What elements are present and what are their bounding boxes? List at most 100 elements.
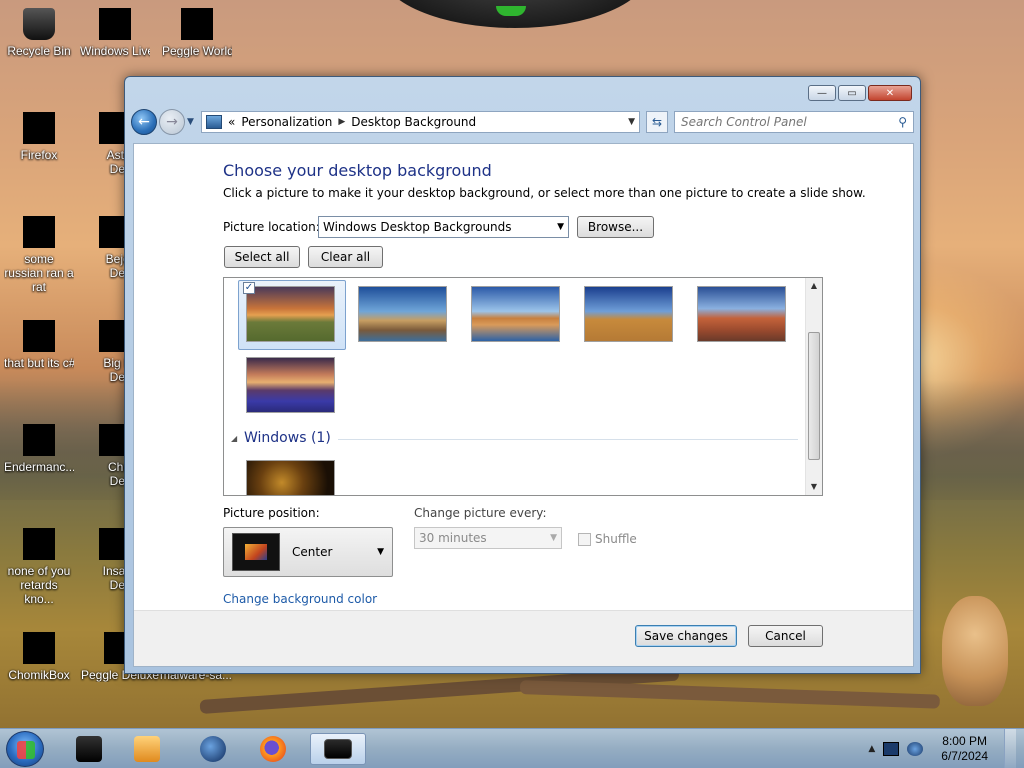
refresh-button[interactable]: ⇆ — [646, 111, 668, 133]
desktop-icon-that-but-csharp[interactable]: that but its c# — [4, 320, 74, 370]
control-panel-icon — [206, 115, 222, 129]
system-tray: ▲ 8:00 PM 6/7/2024 — [868, 729, 1024, 768]
desktop-icon-none-of-you[interactable]: none of you retards kno... — [4, 528, 74, 606]
search-icon[interactable]: ⚲ — [898, 115, 907, 129]
forward-button[interactable]: → — [159, 109, 185, 135]
breadcrumb-desktop-background[interactable]: Desktop Background — [351, 115, 476, 129]
globe-icon — [200, 736, 226, 762]
save-changes-button[interactable]: Save changes — [635, 625, 737, 647]
change-picture-select[interactable]: 30 minutes ▼ — [414, 527, 562, 549]
maximize-button[interactable]: ▭ — [838, 85, 866, 101]
recent-pages-dropdown[interactable]: ▼ — [187, 117, 197, 127]
peggle-world-icon — [181, 8, 213, 40]
select-all-button[interactable]: Select all — [224, 246, 300, 268]
clock-time: 8:00 PM — [942, 734, 987, 748]
change-background-color-link[interactable]: Change background color — [223, 592, 377, 606]
picture-location-value: Windows Desktop Backgrounds — [323, 220, 512, 234]
scroll-down-icon[interactable]: ▼ — [806, 479, 822, 495]
taskbar-item-control-panel[interactable] — [310, 733, 366, 765]
search-box[interactable]: ⚲ — [674, 111, 914, 133]
app-icon — [23, 320, 55, 352]
app-icon — [23, 216, 55, 248]
scrollbar-thumb[interactable] — [808, 332, 820, 460]
personalization-window: — ▭ ✕ ← → ▼ « Personalization ▶ Desktop … — [124, 76, 921, 674]
wallpaper-gallery: ✓ ◢ Windows (1) ▲ ▼ — [223, 277, 823, 496]
desktop-gadget — [380, 0, 650, 28]
chomikbox-icon — [23, 632, 55, 664]
desktop-icon-recycle-bin[interactable]: Recycle Bin — [4, 8, 74, 58]
chevron-down-icon: ▼ — [557, 222, 564, 232]
thumbnail-windows-abstract[interactable] — [246, 460, 335, 495]
thumbnail-rock-arch-lake[interactable] — [471, 286, 560, 342]
taskbar: ▲ 8:00 PM 6/7/2024 — [0, 728, 1024, 768]
collapse-arrow-icon[interactable]: ◢ — [231, 434, 237, 443]
chevron-down-icon: ▼ — [377, 547, 384, 557]
desktop-icon-chomikbox[interactable]: ChomikBox — [4, 632, 74, 682]
taskbar-item-firefox[interactable] — [250, 733, 296, 765]
change-picture-value: 30 minutes — [419, 531, 487, 545]
thumbnail-sunset-landscape[interactable] — [246, 286, 335, 342]
dialog-footer: Save changes Cancel — [134, 610, 913, 666]
window-controls: — ▭ ✕ — [808, 85, 912, 101]
page-title: Choose your desktop background — [223, 161, 492, 180]
content-pane: Choose your desktop background Click a p… — [133, 143, 914, 667]
group-header-windows[interactable]: Windows (1) — [244, 430, 331, 446]
breadcrumb-overflow[interactable]: « — [228, 115, 235, 129]
browse-button[interactable]: Browse... — [577, 216, 654, 238]
clear-all-button[interactable]: Clear all — [308, 246, 383, 268]
control-panel-icon — [324, 739, 352, 759]
picture-location-label: Picture location: — [223, 220, 320, 234]
thumbnail-lighthouse-coast[interactable] — [358, 286, 447, 342]
chevron-down-icon: ▼ — [550, 533, 557, 543]
search-input[interactable] — [681, 115, 899, 129]
start-button[interactable] — [6, 731, 44, 767]
show-desktop-button[interactable] — [1004, 729, 1016, 768]
wallpaper-fence — [519, 680, 940, 709]
desktop-icon-endermanch[interactable]: Endermanc... — [4, 424, 74, 474]
taskbar-item-app[interactable] — [66, 733, 112, 765]
checkbox-box[interactable] — [578, 532, 591, 546]
thumbnail-hay-bale-field[interactable] — [584, 286, 673, 342]
scroll-up-icon[interactable]: ▲ — [806, 278, 822, 294]
windows-live-mail-icon — [99, 8, 131, 40]
back-button[interactable]: ← — [131, 109, 157, 135]
gallery-scrollbar[interactable]: ▲ ▼ — [805, 278, 822, 495]
breadcrumb-separator-icon[interactable]: ▶ — [338, 117, 345, 127]
refresh-icon: ⇆ — [651, 115, 663, 129]
address-dropdown-icon[interactable]: ▼ — [628, 117, 635, 127]
breadcrumb-personalization[interactable]: Personalization — [241, 115, 332, 129]
app-icon — [23, 424, 55, 456]
network-icon[interactable] — [883, 742, 900, 756]
thumbnail-delicate-arch[interactable] — [697, 286, 786, 342]
arrow-right-icon: → — [166, 114, 178, 130]
taskbar-item-globe[interactable] — [190, 733, 236, 765]
thumbnail-checkbox[interactable]: ✓ — [243, 282, 255, 294]
address-bar[interactable]: « Personalization ▶ Desktop Background ▼ — [201, 111, 640, 133]
taskbar-item-media-player[interactable] — [124, 733, 170, 765]
arrow-left-icon: ← — [138, 114, 150, 130]
desktop-icon-windows-live-mail[interactable]: Windows Live Ma — [80, 8, 150, 58]
app-icon — [76, 736, 102, 762]
firefox-icon — [260, 736, 286, 762]
firefox-icon — [23, 112, 55, 144]
page-description: Click a picture to make it your desktop … — [223, 186, 866, 200]
picture-position-label: Picture position: — [223, 506, 320, 520]
group-divider — [338, 439, 798, 440]
picture-location-select[interactable]: Windows Desktop Backgrounds ▼ — [318, 216, 569, 238]
cancel-button[interactable]: Cancel — [748, 625, 823, 647]
show-hidden-icons-icon[interactable]: ▲ — [868, 744, 875, 754]
thumbnail-lupine-sunset[interactable] — [246, 357, 335, 413]
position-preview-image — [232, 533, 280, 571]
picture-position-select[interactable]: Center ▼ — [223, 527, 393, 577]
clock[interactable]: 8:00 PM 6/7/2024 — [941, 734, 988, 764]
close-button[interactable]: ✕ — [868, 85, 912, 101]
desktop-icon-peggle-world[interactable]: Peggle World — [162, 8, 232, 58]
hamster-image — [942, 596, 1008, 706]
app-icon — [23, 528, 55, 560]
change-picture-label: Change picture every: — [414, 506, 547, 520]
desktop-icon-firefox[interactable]: Firefox — [4, 112, 74, 162]
shuffle-checkbox[interactable]: Shuffle — [578, 532, 637, 546]
action-center-icon[interactable] — [907, 742, 924, 756]
desktop-icon-russian-rat[interactable]: some russian ran a rat — [4, 216, 74, 294]
minimize-button[interactable]: — — [808, 85, 836, 101]
